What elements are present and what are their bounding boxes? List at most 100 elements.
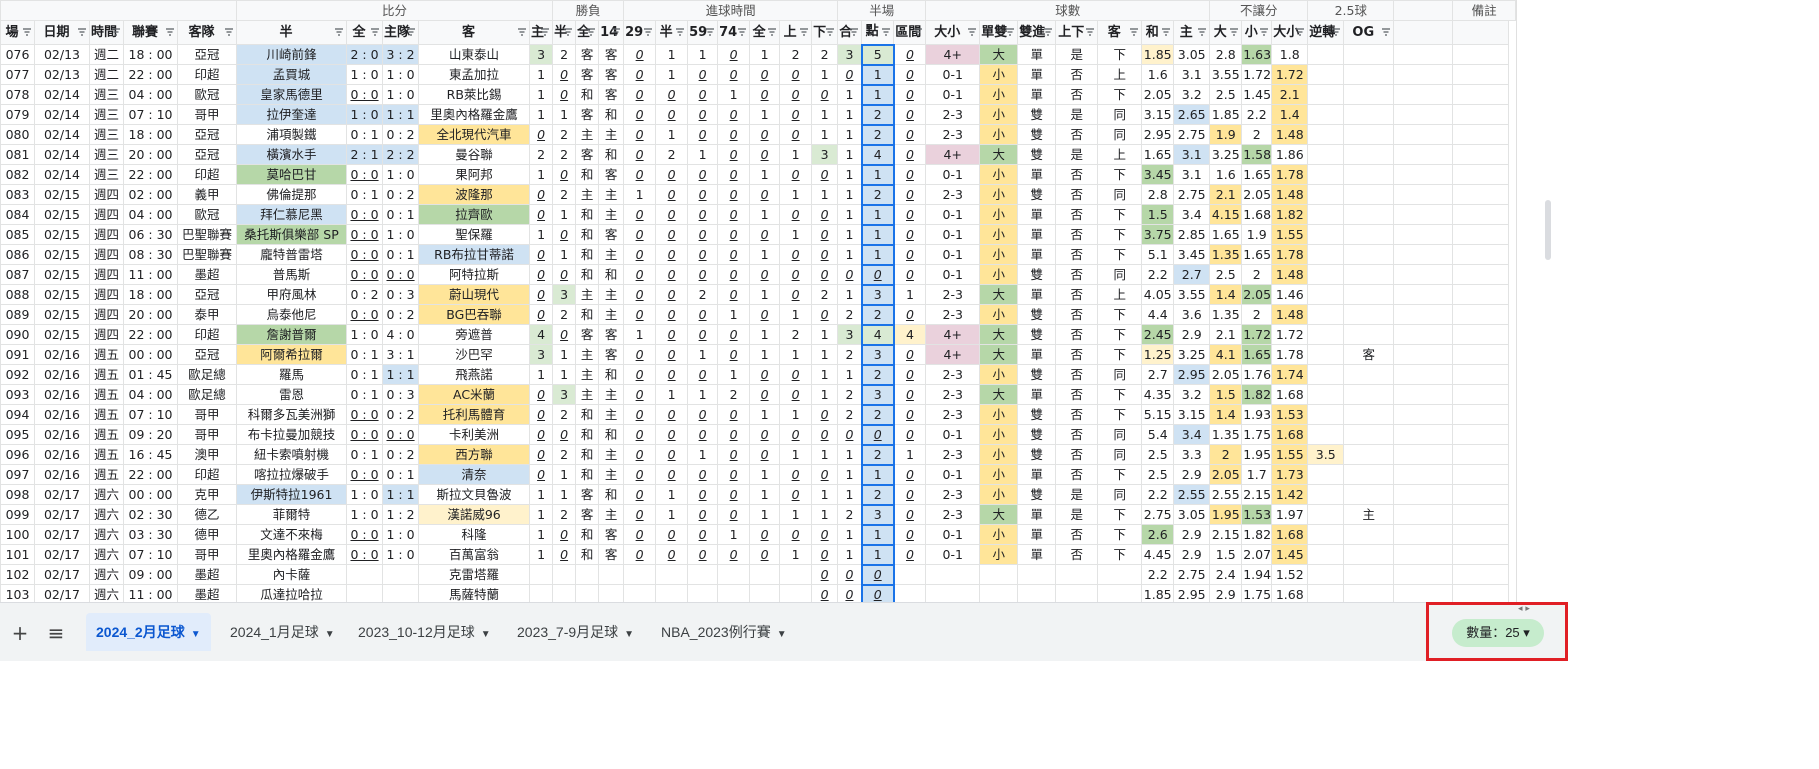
cell[interactable] <box>1343 124 1395 145</box>
cell[interactable]: 0 <box>779 284 813 305</box>
cell[interactable]: 1 <box>837 444 863 465</box>
cell[interactable]: 1 <box>893 284 927 305</box>
cell[interactable]: 0 <box>687 364 719 385</box>
cell[interactable] <box>1393 184 1454 205</box>
cell[interactable]: 1 <box>860 243 895 266</box>
cell[interactable] <box>1452 144 1510 165</box>
cell[interactable]: 0 <box>717 324 751 345</box>
cell[interactable]: 同 <box>1097 124 1143 145</box>
cell[interactable]: 0 <box>552 264 577 285</box>
cell[interactable]: 東孟加拉 <box>418 64 531 85</box>
cell[interactable] <box>1393 164 1454 185</box>
cell[interactable]: 1.85 <box>1141 44 1175 65</box>
cell[interactable]: 1 <box>837 224 863 245</box>
cell[interactable]: 週五 <box>89 424 124 445</box>
cell[interactable]: 3.6 <box>1173 304 1211 325</box>
cell[interactable]: 1 <box>860 63 895 86</box>
cell[interactable]: 0 <box>552 324 577 345</box>
cell[interactable]: 小 <box>979 424 1019 445</box>
filter-icon[interactable] <box>77 27 87 37</box>
cell[interactable]: 2 <box>837 384 863 405</box>
cell[interactable]: 德甲 <box>176 524 238 545</box>
cell[interactable]: 02/16 <box>34 404 90 425</box>
cell[interactable]: 1 <box>837 144 863 165</box>
cell[interactable]: 0 : 3 <box>382 384 420 405</box>
cell[interactable] <box>552 564 577 585</box>
cell[interactable] <box>1343 104 1395 125</box>
cell[interactable]: 0 <box>893 144 927 165</box>
cell[interactable]: 2.05 <box>1241 184 1273 205</box>
cell[interactable]: 2 <box>779 324 813 345</box>
cell[interactable]: 主 <box>575 384 600 405</box>
cell[interactable] <box>1307 344 1345 365</box>
cell[interactable]: 0 <box>687 104 719 125</box>
cell[interactable]: 印超 <box>176 464 238 485</box>
filter-icon[interactable] <box>370 27 380 37</box>
cell[interactable]: 斯拉文貝魯波 <box>418 484 531 505</box>
cell[interactable]: 0 <box>893 64 927 85</box>
cell[interactable]: 0 <box>655 344 689 365</box>
cell[interactable] <box>1393 224 1454 245</box>
cell[interactable]: 0 <box>893 304 927 325</box>
cell[interactable]: 橫濱水手 <box>236 144 348 165</box>
cell[interactable] <box>1343 164 1395 185</box>
cell[interactable]: 主 <box>598 304 625 325</box>
cell[interactable]: 週六 <box>89 564 124 585</box>
cell[interactable]: 週四 <box>89 304 124 325</box>
cell[interactable]: 1.55 <box>1271 224 1309 245</box>
cell[interactable]: 02/17 <box>34 584 90 602</box>
cell[interactable]: 01 : 45 <box>123 364 178 385</box>
cell[interactable]: 1.68 <box>1271 524 1309 545</box>
cell[interactable]: 3.25 <box>1173 344 1211 365</box>
cell[interactable] <box>1307 184 1345 205</box>
cell[interactable]: 3 <box>837 44 863 65</box>
cell[interactable]: 1.5 <box>1209 544 1243 565</box>
cell[interactable] <box>1452 264 1510 285</box>
cell[interactable]: 1.72 <box>1271 64 1309 85</box>
cell[interactable]: 18 : 00 <box>123 44 178 65</box>
cell[interactable]: 3.25 <box>1209 144 1243 165</box>
cell[interactable]: 0-1 <box>925 464 981 485</box>
column-header-25[interactable]: 雙進 <box>1017 20 1057 45</box>
cell[interactable]: 2 <box>860 103 895 126</box>
cell[interactable]: 喀拉拉爆破手 <box>236 464 348 485</box>
cell[interactable]: 1 : 0 <box>382 164 420 185</box>
cell[interactable]: 1 <box>811 104 839 125</box>
filter-icon[interactable] <box>705 27 715 37</box>
sheet-tab-0[interactable]: 2024_2月足球 ▼ <box>86 613 211 651</box>
cell[interactable] <box>1393 244 1454 265</box>
cell[interactable]: 主 <box>575 124 600 145</box>
cell[interactable]: 哥甲 <box>176 424 238 445</box>
cell[interactable]: 0 <box>623 364 657 385</box>
cell[interactable]: 里奧內格羅金鷹 <box>418 104 531 125</box>
cell[interactable]: 0 <box>749 84 781 105</box>
cell[interactable]: 和 <box>598 484 625 505</box>
cell[interactable]: 2 <box>1209 444 1243 465</box>
cell[interactable]: 否 <box>1055 64 1099 85</box>
column-header-11[interactable]: 全 <box>575 20 600 45</box>
cell[interactable]: 02/16 <box>34 464 90 485</box>
cell[interactable] <box>598 584 625 602</box>
cell[interactable]: 亞冠 <box>176 44 238 65</box>
column-header-15[interactable]: 59 <box>687 20 719 45</box>
cell[interactable]: 1 <box>749 404 781 425</box>
cell[interactable]: 092 <box>0 364 35 385</box>
cell[interactable] <box>979 564 1019 585</box>
column-header-4[interactable]: 客隊 <box>176 20 238 45</box>
cell[interactable]: 3.75 <box>1141 224 1175 245</box>
cell[interactable]: 0 <box>655 164 689 185</box>
cell[interactable]: 主 <box>598 384 625 405</box>
cell[interactable]: 同 <box>1097 424 1143 445</box>
cell[interactable]: 02/13 <box>34 44 90 65</box>
cell[interactable]: 0 <box>779 104 813 125</box>
cell[interactable]: 主 <box>598 284 625 305</box>
cell[interactable]: 0 <box>893 504 927 525</box>
cell[interactable] <box>1452 384 1510 405</box>
cell[interactable]: 下 <box>1097 164 1143 185</box>
cell[interactable]: 02/16 <box>34 424 90 445</box>
cell[interactable] <box>1393 324 1454 345</box>
cell[interactable]: 0 <box>655 324 689 345</box>
cell[interactable]: 0 <box>749 224 781 245</box>
cell[interactable]: 3 <box>529 344 554 365</box>
column-header-7[interactable]: 主隊 <box>382 20 420 45</box>
